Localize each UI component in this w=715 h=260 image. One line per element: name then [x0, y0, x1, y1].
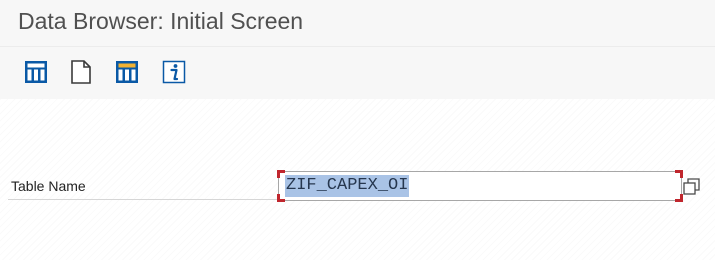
label-divider — [8, 199, 278, 200]
application-toolbar — [0, 47, 715, 99]
title-bar: Data Browser: Initial Screen — [0, 0, 715, 47]
focus-corner-top-left — [277, 170, 285, 178]
number-of-entries-icon[interactable] — [115, 59, 139, 85]
info-icon[interactable] — [162, 59, 186, 85]
focus-corner-bottom-left — [277, 194, 285, 202]
page-title: Data Browser: Initial Screen — [18, 8, 304, 34]
focus-corner-bottom-right — [675, 194, 683, 202]
table-name-label: Table Name — [11, 178, 86, 194]
focus-corner-top-right — [675, 170, 683, 178]
table-name-field: ZIF_CAPEX_OI — [277, 170, 683, 202]
new-entries-icon[interactable] — [69, 59, 93, 85]
table-name-input[interactable] — [278, 171, 682, 201]
value-help-icon[interactable] — [683, 177, 701, 197]
table-contents-icon[interactable] — [24, 59, 48, 85]
selection-screen: Table Name ZIF_CAPEX_OI — [0, 99, 715, 260]
